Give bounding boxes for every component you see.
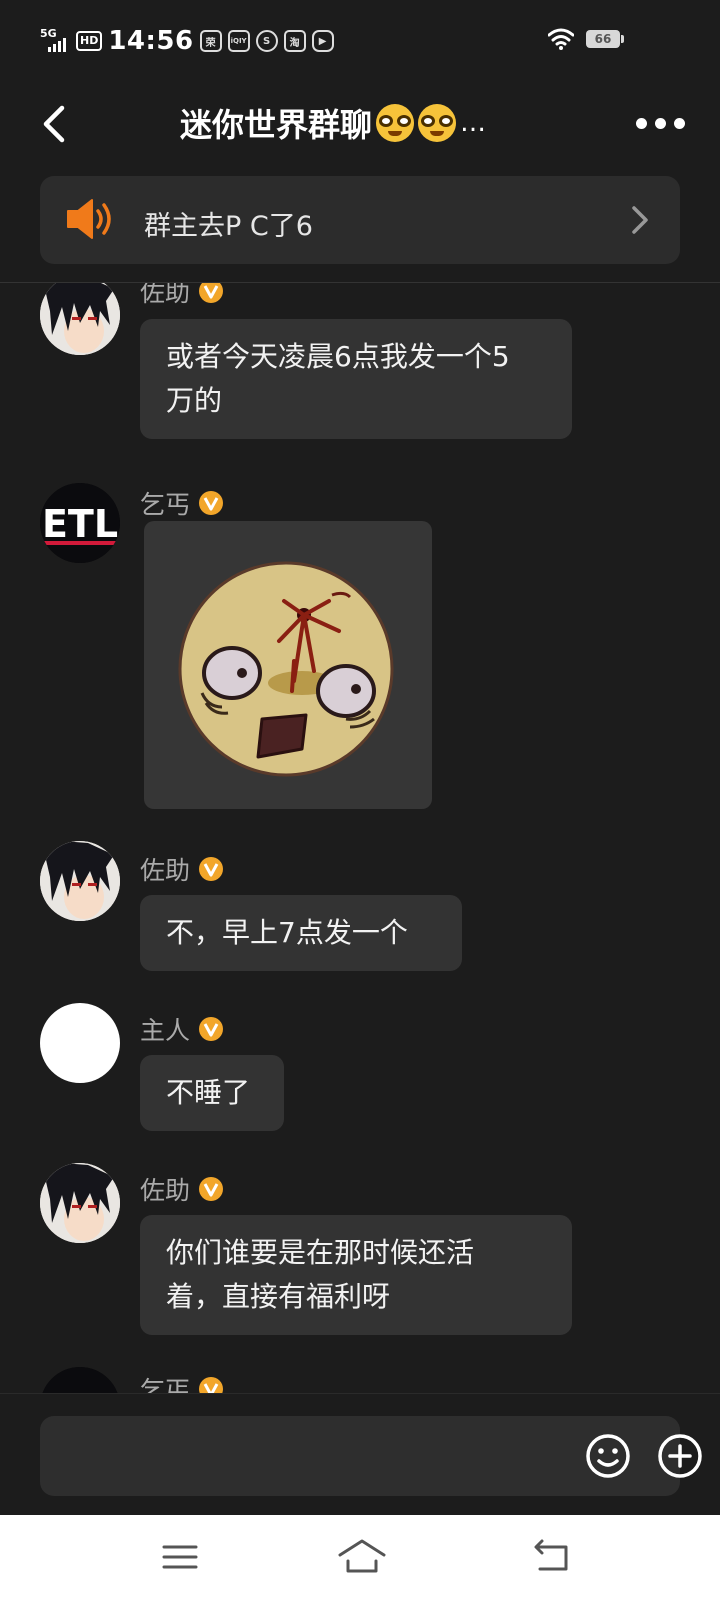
avatar[interactable]: [40, 1163, 120, 1243]
plus-circle-icon: [658, 1434, 702, 1478]
sender-name-text: 乞丐: [140, 490, 191, 519]
avatar[interactable]: ETL: [40, 1367, 120, 1393]
message-bubble[interactable]: 或者今天凌晨6点我发一个5 万的: [140, 319, 572, 439]
sasuke-avatar-icon: [40, 1163, 120, 1243]
nerd-face-emoji-icon: [418, 104, 457, 142]
smiley-icon: [586, 1434, 630, 1478]
etl-avatar-icon: ETL: [40, 483, 120, 563]
message-bubble[interactable]: 不，早上7点发一个: [140, 895, 462, 971]
message-input[interactable]: [40, 1416, 702, 1496]
home-icon: [338, 1539, 386, 1573]
announcement-text: 群主去P C了6: [144, 211, 313, 242]
sender-name-text: 乞丐: [140, 1376, 191, 1393]
menu-icon: [162, 1545, 198, 1569]
message-bubble[interactable]: 你们谁要是在那时候还活 着，直接有福利呀: [140, 1215, 572, 1335]
verified-badge-icon: [199, 1017, 224, 1041]
sender-name: 乞丐: [140, 485, 224, 521]
news-icon: 荣: [199, 30, 222, 52]
iqiyi-icon: iQIY: [227, 30, 250, 52]
verified-badge-icon: [199, 283, 224, 303]
chat-title-ellipsis: …: [460, 108, 487, 138]
chevron-right-icon: [632, 206, 648, 234]
status-time: 14:56: [108, 26, 194, 56]
sasuke-avatar-icon: [40, 283, 120, 355]
taobao-icon: 淘: [283, 30, 306, 52]
message-text: 或者今天凌晨6点我发一个5 万的: [166, 340, 510, 417]
more-options-button[interactable]: [636, 118, 685, 129]
image-message[interactable]: [144, 521, 432, 809]
more-dot-icon: [655, 118, 666, 129]
recent-apps-button[interactable]: [156, 1535, 204, 1579]
avatar[interactable]: ETL: [40, 483, 120, 563]
sender-name-text: 主人: [140, 1016, 191, 1045]
more-dot-icon: [636, 118, 647, 129]
etl-avatar-icon: ETL: [40, 1367, 120, 1393]
message-text: 不，早上7点发一个: [166, 916, 408, 949]
cellular-signal-icon: 5G: [40, 28, 70, 54]
emoji-button[interactable]: [584, 1432, 632, 1480]
sender-name: 佐助: [140, 283, 224, 309]
wifi-icon: [548, 28, 574, 50]
more-actions-button[interactable]: [656, 1432, 704, 1480]
message-text: 不睡了: [166, 1076, 251, 1109]
bloody-moon-face-sticker-icon: [178, 561, 394, 777]
group-announcement-banner[interactable]: 群主去P C了6: [40, 176, 680, 264]
sender-name: 乞丐: [140, 1371, 224, 1393]
back-button[interactable]: [38, 102, 78, 146]
chat-title: 迷你世界群聊 …: [180, 100, 486, 146]
sender-name: 佐助: [140, 1171, 224, 1207]
nerd-face-emoji-icon: [376, 104, 415, 142]
video-icon: ▶: [311, 30, 334, 52]
message-list[interactable]: 佐助 或者今天凌晨6点我发一个5 万的 ETL 乞丐 佐助 不，早上7点发一个 …: [0, 283, 720, 1393]
battery-icon: 66: [586, 30, 624, 48]
svg-text:ETL: ETL: [42, 502, 118, 546]
sender-name-text: 佐助: [140, 1176, 191, 1205]
sasuke-avatar-icon: [40, 841, 120, 921]
sender-name: 主人: [140, 1011, 224, 1047]
chat-title-text: 迷你世界群聊: [180, 106, 373, 144]
svg-text:ETL: ETL: [42, 1386, 118, 1393]
system-nav-bar: [0, 1515, 720, 1600]
verified-badge-icon: [199, 1377, 224, 1393]
avatar[interactable]: [40, 283, 120, 355]
avatar[interactable]: [40, 1003, 120, 1083]
battery-level: 66: [594, 32, 612, 46]
back-nav-icon: [534, 1539, 568, 1571]
sender-name-text: 佐助: [140, 283, 191, 307]
weibo-icon: S: [255, 30, 278, 52]
sender-name: 佐助: [140, 851, 224, 887]
verified-badge-icon: [199, 857, 224, 881]
more-dot-icon: [674, 118, 685, 129]
input-area: [0, 1393, 720, 1515]
status-bar: 5G HD 14:56 荣 iQIY S 淘 ▶ 66: [0, 0, 720, 80]
message-bubble[interactable]: 不睡了: [140, 1055, 284, 1131]
hd-badge: HD: [76, 31, 103, 51]
chat-header: 迷你世界群聊 …: [0, 80, 720, 166]
back-nav-button[interactable]: [528, 1535, 576, 1579]
chevron-left-icon: [43, 105, 65, 143]
speaker-icon: [67, 199, 111, 239]
sender-name-text: 佐助: [140, 856, 191, 885]
verified-badge-icon: [199, 491, 224, 515]
verified-badge-icon: [199, 1177, 224, 1201]
avatar[interactable]: [40, 841, 120, 921]
home-button[interactable]: [336, 1535, 388, 1579]
message-text: 你们谁要是在那时候还活 着，直接有福利呀: [166, 1236, 475, 1313]
